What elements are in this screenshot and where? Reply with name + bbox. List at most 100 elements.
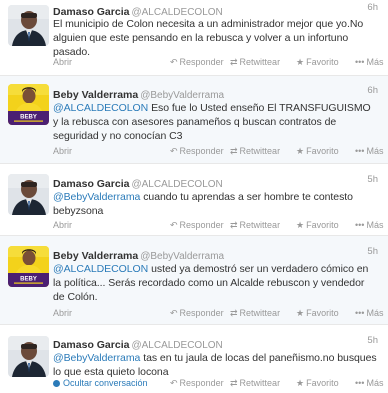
reply-arrow-icon: ↶	[170, 220, 178, 230]
star-icon: ★	[296, 220, 305, 230]
tweet-text: El municipio de Colon necesita a un admi…	[53, 15, 382, 59]
tweet[interactable]: BEBY Beby Valderrama @BebyValderrama 6h @…	[0, 76, 388, 164]
more-label: Más	[366, 220, 384, 230]
tweet-timestamp[interactable]: 6h	[367, 2, 378, 13]
tweet-actions: Abrir ↶ Responder ⇄ Retwittear ★ Favorito •…	[53, 308, 383, 320]
open-tweet-link[interactable]: Abrir	[53, 220, 72, 230]
more-label: Más	[366, 57, 384, 67]
tweet-text: @ALCALDECOLON usted ya demostró ser un v…	[53, 260, 382, 304]
favorite-label: Favorito	[306, 146, 339, 156]
author-username[interactable]: @ALCALDECOLON	[131, 179, 222, 190]
tweet-text: @ALCALDECOLON Eso fue lo Usted enseño El…	[53, 99, 382, 143]
reply-label: Responder	[179, 57, 224, 67]
more-dots-icon: •••	[355, 220, 365, 230]
reply-label: Responder	[179, 146, 224, 156]
more-label: Más	[366, 308, 384, 318]
author-name[interactable]: Damaso Garcia	[53, 339, 129, 351]
retweet-button[interactable]: ⇄ Retwittear	[230, 220, 280, 231]
tweet[interactable]: Damaso Garcia @ALCALDECOLON 5h @BebyValde…	[0, 164, 388, 236]
tweet-timestamp[interactable]: 5h	[367, 174, 378, 185]
favorite-button[interactable]: ★ Favorito	[296, 57, 339, 68]
open-tweet-link[interactable]: Abrir	[53, 146, 72, 156]
retweet-icon: ⇄	[230, 57, 238, 67]
author-name[interactable]: Beby Valderrama	[53, 89, 138, 101]
retweet-icon: ⇄	[230, 378, 238, 388]
hide-conversation-link[interactable]: Ocultar conversación	[53, 378, 148, 388]
badge-logo: BEBY	[20, 115, 37, 121]
mention-link[interactable]: @BebyValderrama	[53, 191, 140, 203]
star-icon: ★	[296, 146, 305, 156]
tweet-timeline: Damaso Garcia @ALCALDECOLON 6h El municip…	[0, 0, 388, 393]
favorite-button[interactable]: ★ Favorito	[296, 220, 339, 231]
retweet-icon: ⇄	[230, 308, 238, 318]
more-button[interactable]: ••• Más	[355, 57, 383, 67]
avatar[interactable]	[8, 336, 49, 377]
more-label: Más	[366, 378, 384, 388]
tweet-timestamp[interactable]: 5h	[367, 335, 378, 346]
open-tweet-link[interactable]: Abrir	[53, 57, 72, 67]
tweet-timestamp[interactable]: 6h	[367, 85, 378, 96]
tweet-actions: Abrir ↶ Responder ⇄ Retwittear ★ Favorito •…	[53, 57, 383, 69]
mention-link[interactable]: @BebyValderrama	[53, 352, 140, 364]
retweet-button[interactable]: ⇄ Retwittear	[230, 308, 280, 319]
retweet-icon: ⇄	[230, 146, 238, 156]
avatar[interactable]: BEBY	[8, 84, 49, 125]
more-button[interactable]: ••• Más	[355, 378, 383, 388]
tweet[interactable]: BEBY Beby Valderrama @BebyValderrama 5h @…	[0, 236, 388, 325]
conversation-icon	[53, 380, 60, 387]
favorite-button[interactable]: ★ Favorito	[296, 308, 339, 319]
author-username[interactable]: @ALCALDECOLON	[131, 7, 222, 18]
reply-label: Responder	[179, 378, 224, 388]
favorite-label: Favorito	[306, 378, 339, 388]
tweet[interactable]: Damaso Garcia @ALCALDECOLON 6h El municip…	[0, 0, 388, 76]
favorite-label: Favorito	[306, 57, 339, 67]
more-dots-icon: •••	[355, 146, 365, 156]
author-username[interactable]: @ALCALDECOLON	[131, 340, 222, 351]
tweet-actions: Ocultar conversación ↶ Responder ⇄ Retwitt…	[53, 378, 383, 390]
avatar[interactable]	[8, 5, 49, 46]
mention-link[interactable]: @ALCALDECOLON	[53, 102, 148, 114]
favorite-button[interactable]: ★ Favorito	[296, 146, 339, 157]
author-name[interactable]: Beby Valderrama	[53, 250, 138, 262]
retweet-label: Retwittear	[239, 57, 281, 67]
reply-button[interactable]: ↶ Responder	[170, 57, 224, 68]
avatar[interactable]: BEBY	[8, 246, 49, 287]
tweet-timestamp[interactable]: 5h	[367, 246, 378, 257]
reply-arrow-icon: ↶	[170, 308, 178, 318]
more-button[interactable]: ••• Más	[355, 146, 383, 156]
author-name[interactable]: Damaso Garcia	[53, 6, 129, 18]
author-name[interactable]: Damaso Garcia	[53, 178, 129, 190]
tweet-actions: Abrir ↶ Responder ⇄ Retwittear ★ Favorito •…	[53, 146, 383, 158]
author-username[interactable]: @BebyValderrama	[140, 251, 224, 262]
author-username[interactable]: @BebyValderrama	[140, 90, 224, 101]
star-icon: ★	[296, 378, 305, 388]
retweet-icon: ⇄	[230, 220, 238, 230]
avatar[interactable]	[8, 174, 49, 215]
more-button[interactable]: ••• Más	[355, 308, 383, 318]
retweet-label: Retwittear	[239, 378, 281, 388]
retweet-button[interactable]: ⇄ Retwittear	[230, 146, 280, 157]
favorite-button[interactable]: ★ Favorito	[296, 378, 339, 389]
favorite-label: Favorito	[306, 220, 339, 230]
retweet-button[interactable]: ⇄ Retwittear	[230, 57, 280, 68]
retweet-button[interactable]: ⇄ Retwittear	[230, 378, 280, 389]
reply-button[interactable]: ↶ Responder	[170, 308, 224, 319]
mention-link[interactable]: @ALCALDECOLON	[53, 263, 148, 275]
reply-label: Responder	[179, 308, 224, 318]
reply-arrow-icon: ↶	[170, 378, 178, 388]
tweet[interactable]: Damaso Garcia @ALCALDECOLON 5h @BebyValde…	[0, 325, 388, 393]
favorite-label: Favorito	[306, 308, 339, 318]
reply-arrow-icon: ↶	[170, 146, 178, 156]
reply-arrow-icon: ↶	[170, 57, 178, 67]
reply-button[interactable]: ↶ Responder	[170, 220, 224, 231]
open-tweet-link[interactable]: Abrir	[53, 308, 72, 318]
retweet-label: Retwittear	[239, 220, 281, 230]
reply-button[interactable]: ↶ Responder	[170, 146, 224, 157]
more-button[interactable]: ••• Más	[355, 220, 383, 230]
more-dots-icon: •••	[355, 308, 365, 318]
tweet-actions: Abrir ↶ Responder ⇄ Retwittear ★ Favorito •…	[53, 220, 383, 232]
more-dots-icon: •••	[355, 57, 365, 67]
reply-button[interactable]: ↶ Responder	[170, 378, 224, 389]
tweet-body: El municipio de Colon necesita a un admi…	[53, 18, 364, 58]
tweet-text: @BebyValderrama tas en tu jaula de locas…	[53, 349, 382, 379]
